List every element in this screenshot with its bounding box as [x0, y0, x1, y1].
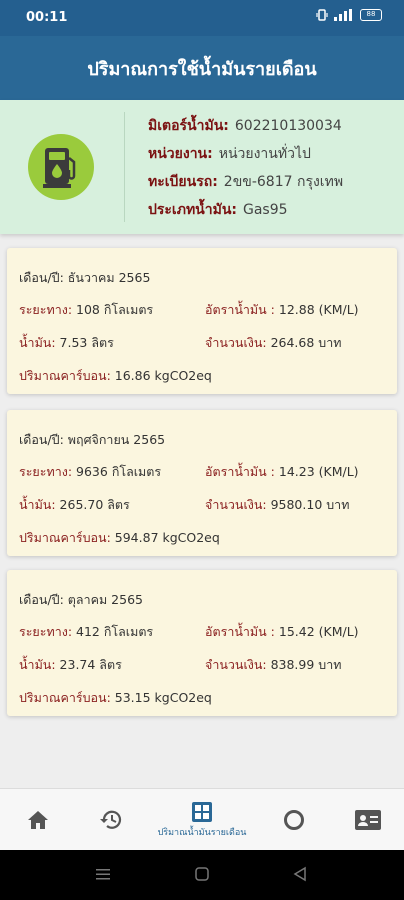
- distance-value: 9636 กิโลเมตร: [76, 464, 162, 479]
- home-icon: [28, 811, 48, 829]
- fuel-value: 23.74 ลิตร: [59, 657, 122, 672]
- distance-label: ระยะทาง:: [19, 624, 73, 639]
- meter-label: มิเตอร์น้ำมัน:: [148, 118, 229, 134]
- meter-row: มิเตอร์น้ำมัน: 602210130034: [148, 112, 343, 140]
- nav-circle[interactable]: [264, 789, 324, 851]
- distance-value: 412 กิโลเมตร: [76, 624, 154, 639]
- fuel-label: น้ำมัน:: [19, 657, 56, 672]
- month-label: เดือน/ปี:: [19, 432, 64, 447]
- bottom-nav: ปริมาณน้ำมันรายเดือน: [0, 788, 404, 850]
- app-bar: ปริมาณการใช้น้ำมันรายเดือน: [0, 36, 404, 100]
- status-bar: 00:11 88: [0, 0, 404, 36]
- carbon-line: ปริมาณคาร์บอน: 53.15 kgCO2eq: [19, 688, 212, 708]
- nav-contact[interactable]: [338, 789, 398, 851]
- carbon-line: ปริมาณคาร์บอน: 16.86 kgCO2eq: [19, 366, 212, 386]
- month-card[interactable]: เดือน/ปี: ตุลาคม 2565 ระยะทาง: 412 กิโลเ…: [7, 570, 397, 716]
- fuel-label: น้ำมัน:: [19, 497, 56, 512]
- distance-line: ระยะทาง: 108 กิโลเมตร: [19, 300, 153, 320]
- carbon-value: 594.87 kgCO2eq: [114, 530, 220, 545]
- distance-label: ระยะทาง:: [19, 302, 73, 317]
- plate-label: ทะเบียนรถ:: [148, 174, 218, 190]
- vehicle-info-card: มิเตอร์น้ำมัน: 602210130034 หน่วยงาน: หน…: [0, 100, 404, 234]
- status-icons: 88: [316, 9, 382, 21]
- back-icon[interactable]: [292, 866, 308, 882]
- carbon-value: 53.15 kgCO2eq: [114, 690, 212, 705]
- fuel-type-value: Gas95: [243, 202, 288, 218]
- month-card[interactable]: เดือน/ปี: ธันวาคม 2565 ระยะทาง: 108 กิโล…: [7, 248, 397, 394]
- distance-label: ระยะทาง:: [19, 464, 73, 479]
- month-value: พฤศจิกายน 2565: [67, 432, 166, 447]
- fuel-type-label: ประเภทน้ำมัน:: [148, 202, 237, 218]
- money-line: จำนวนเงิน: 264.68 บาท: [205, 333, 341, 353]
- distance-line: ระยะทาง: 412 กิโลเมตร: [19, 622, 153, 642]
- history-icon: [100, 810, 122, 829]
- battery-icon: 88: [360, 9, 382, 21]
- month-line: เดือน/ปี: ตุลาคม 2565: [19, 590, 143, 610]
- vibrate-icon: [316, 9, 328, 21]
- rate-value: 15.42 (KM/L): [278, 624, 359, 639]
- money-label: จำนวนเงิน:: [205, 335, 267, 350]
- month-label: เดือน/ปี:: [19, 592, 64, 607]
- fuel-pump-icon: [28, 134, 94, 200]
- month-label: เดือน/ปี:: [19, 270, 64, 285]
- plate-row: ทะเบียนรถ: 2ขข-6817 กรุงเทพ: [148, 168, 343, 196]
- rate-label: อัตราน้ำมัน :: [205, 624, 275, 639]
- fuel-type-row: ประเภทน้ำมัน: Gas95: [148, 196, 343, 224]
- unit-label: หน่วยงาน:: [148, 146, 213, 162]
- month-line: เดือน/ปี: ธันวาคม 2565: [19, 268, 150, 288]
- month-card[interactable]: เดือน/ปี: พฤศจิกายน 2565 ระยะทาง: 9636 ก…: [7, 410, 397, 556]
- info-rows: มิเตอร์น้ำมัน: 602210130034 หน่วยงาน: หน…: [148, 112, 343, 224]
- fuel-line: น้ำมัน: 7.53 ลิตร: [19, 333, 114, 353]
- money-label: จำนวนเงิน:: [205, 657, 267, 672]
- rate-label: อัตราน้ำมัน :: [205, 464, 275, 479]
- rate-line: อัตราน้ำมัน : 15.42 (KM/L): [205, 622, 359, 642]
- month-value: ธันวาคม 2565: [67, 270, 151, 285]
- money-line: จำนวนเงิน: 838.99 บาท: [205, 655, 341, 675]
- plate-value: 2ขข-6817 กรุงเทพ: [223, 174, 344, 190]
- carbon-value: 16.86 kgCO2eq: [114, 368, 212, 383]
- rate-value: 12.88 (KM/L): [278, 302, 359, 317]
- menu-icon[interactable]: [95, 866, 111, 882]
- distance-value: 108 กิโลเมตร: [76, 302, 154, 317]
- fuel-value: 7.53 ลิตร: [59, 335, 114, 350]
- meter-value: 602210130034: [234, 118, 342, 134]
- page-title: ปริมาณการใช้น้ำมันรายเดือน: [87, 58, 317, 80]
- unit-value: หน่วยงานทั่วไป: [218, 146, 311, 162]
- month-value: ตุลาคม 2565: [67, 592, 143, 607]
- nav-home[interactable]: [8, 789, 68, 851]
- nav-monthly[interactable]: ปริมาณน้ำมันรายเดือน: [142, 789, 262, 851]
- money-line: จำนวนเงิน: 9580.10 บาท: [205, 495, 349, 515]
- distance-line: ระยะทาง: 9636 กิโลเมตร: [19, 462, 161, 482]
- status-time: 00:11: [26, 10, 68, 25]
- money-value: 838.99 บาท: [270, 657, 342, 672]
- carbon-label: ปริมาณคาร์บอน:: [19, 690, 111, 705]
- monthly-grid-icon: [192, 801, 212, 822]
- info-divider: [124, 112, 125, 222]
- unit-row: หน่วยงาน: หน่วยงานทั่วไป: [148, 140, 343, 168]
- nav-monthly-label: ปริมาณน้ำมันรายเดือน: [157, 827, 247, 838]
- nav-history[interactable]: [81, 789, 141, 851]
- money-value: 264.68 บาท: [270, 335, 342, 350]
- signal-icon: [334, 9, 352, 21]
- fuel-line: น้ำมัน: 23.74 ลิตร: [19, 655, 122, 675]
- carbon-line: ปริมาณคาร์บอน: 594.87 kgCO2eq: [19, 528, 220, 548]
- circle-icon: [284, 810, 304, 830]
- fuel-value: 265.70 ลิตร: [59, 497, 130, 512]
- rate-value: 14.23 (KM/L): [278, 464, 359, 479]
- money-value: 9580.10 บาท: [270, 497, 350, 512]
- rate-line: อัตราน้ำมัน : 12.88 (KM/L): [205, 300, 359, 320]
- carbon-label: ปริมาณคาร์บอน:: [19, 530, 111, 545]
- fuel-label: น้ำมัน:: [19, 335, 56, 350]
- carbon-label: ปริมาณคาร์บอน:: [19, 368, 111, 383]
- month-line: เดือน/ปี: พฤศจิกายน 2565: [19, 430, 165, 450]
- home-button-icon[interactable]: [194, 866, 210, 882]
- rate-line: อัตราน้ำมัน : 14.23 (KM/L): [205, 462, 359, 482]
- contact-card-icon: [355, 810, 381, 830]
- rate-label: อัตราน้ำมัน :: [205, 302, 275, 317]
- money-label: จำนวนเงิน:: [205, 497, 267, 512]
- system-nav-bar: [0, 850, 404, 900]
- fuel-line: น้ำมัน: 265.70 ลิตร: [19, 495, 130, 515]
